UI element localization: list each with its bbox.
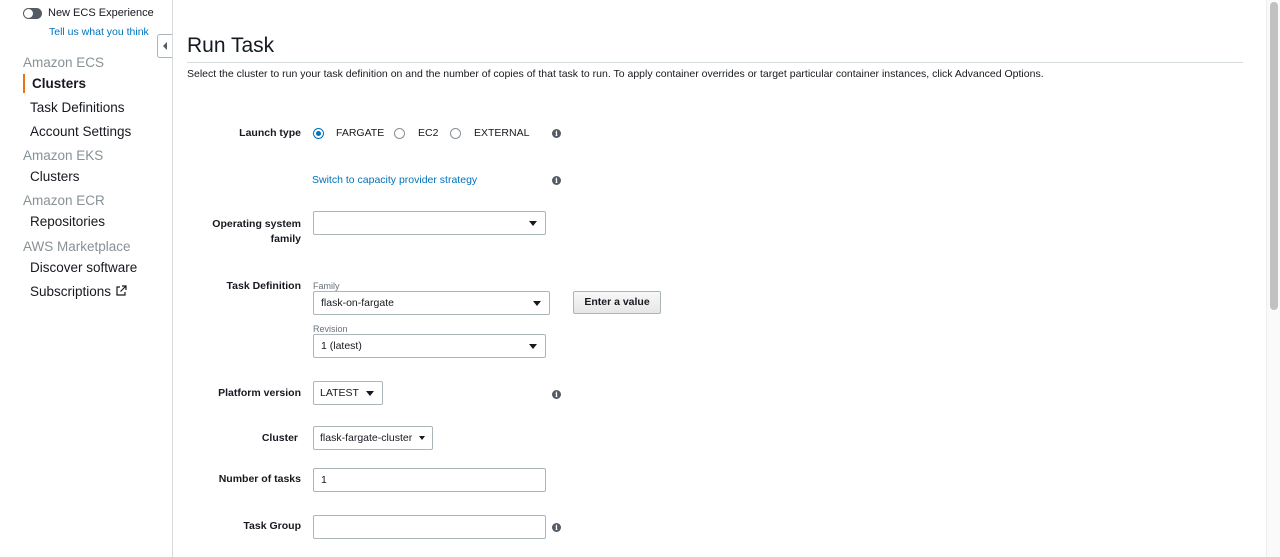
caret-left-icon [163,42,167,50]
radio-ec2[interactable] [394,128,405,139]
radio-external[interactable] [450,128,461,139]
num-tasks-input[interactable] [313,468,546,492]
platform-version-select[interactable]: LATEST [313,381,383,405]
radio-fargate-label[interactable]: FARGATE [336,127,384,139]
sidebar-item-discover-software[interactable]: Discover software [30,260,137,275]
revision-value: 1 (latest) [321,340,362,352]
chevron-down-icon [533,301,541,306]
num-tasks-label: Number of tasks [218,473,301,485]
title-divider [187,62,1243,63]
section-aws-marketplace: AWS Marketplace [23,239,131,254]
sidebar-item-task-definitions[interactable]: Task Definitions [30,100,125,115]
radio-fargate[interactable] [313,128,324,139]
revision-select[interactable]: 1 (latest) [313,334,546,358]
enter-value-button[interactable]: Enter a value [573,291,661,314]
section-amazon-ecr: Amazon ECR [23,193,105,208]
sidebar-item-ecs-clusters[interactable]: Clusters [32,76,86,91]
chevron-down-icon [529,221,537,226]
platform-version-label: Platform version [218,387,301,399]
sidebar: New ECS Experience Tell us what you thin… [0,0,173,557]
page-scrollbar[interactable] [1266,0,1280,557]
feedback-link[interactable]: Tell us what you think [49,26,149,38]
radio-ec2-label[interactable]: EC2 [418,127,438,139]
cluster-select[interactable]: flask-fargate-cluster [313,426,433,450]
sidebar-item-subscriptions[interactable]: Subscriptions [30,284,127,299]
toggle-label: New ECS Experience [48,7,154,19]
info-icon[interactable]: i [552,390,561,399]
revision-sublabel: Revision [313,324,348,334]
family-value: flask-on-fargate [321,297,394,309]
sidebar-item-eks-clusters[interactable]: Clusters [30,169,80,184]
active-indicator [23,74,25,93]
info-icon[interactable]: i [552,523,561,532]
new-experience-toggle-row: New ECS Experience [23,7,154,19]
info-icon[interactable]: i [552,176,561,185]
page-description: Select the cluster to run your task defi… [187,68,1044,80]
os-family-select[interactable] [313,211,546,235]
capacity-provider-link[interactable]: Switch to capacity provider strategy [312,174,477,186]
radio-external-label[interactable]: EXTERNAL [474,127,529,139]
scrollbar-thumb[interactable] [1270,2,1278,310]
cluster-value: flask-fargate-cluster [320,432,413,444]
family-select[interactable]: flask-on-fargate [313,291,550,315]
collapse-sidebar-button[interactable] [157,34,172,58]
cluster-label: Cluster [261,432,298,444]
sidebar-item-repositories[interactable]: Repositories [30,214,105,229]
external-link-icon [116,285,127,296]
chevron-down-icon [529,344,537,349]
platform-version-value: LATEST [320,387,359,399]
section-amazon-eks: Amazon EKS [23,148,104,163]
task-group-input[interactable] [313,515,546,539]
chevron-down-icon [366,391,374,396]
chevron-down-icon [419,436,425,440]
family-sublabel: Family [313,281,340,291]
task-group-label: Task Group [243,520,301,532]
page-title: Run Task [187,34,275,57]
section-amazon-ecs: Amazon ECS [23,55,105,70]
sidebar-item-account-settings[interactable]: Account Settings [30,124,131,139]
os-family-label: Operating system family [212,218,301,245]
subscriptions-label: Subscriptions [30,284,112,299]
info-icon[interactable]: i [552,129,561,138]
new-ecs-experience-toggle[interactable] [23,7,42,19]
launch-type-label: Launch type [239,127,301,139]
task-definition-label: Task Definition [226,280,301,292]
